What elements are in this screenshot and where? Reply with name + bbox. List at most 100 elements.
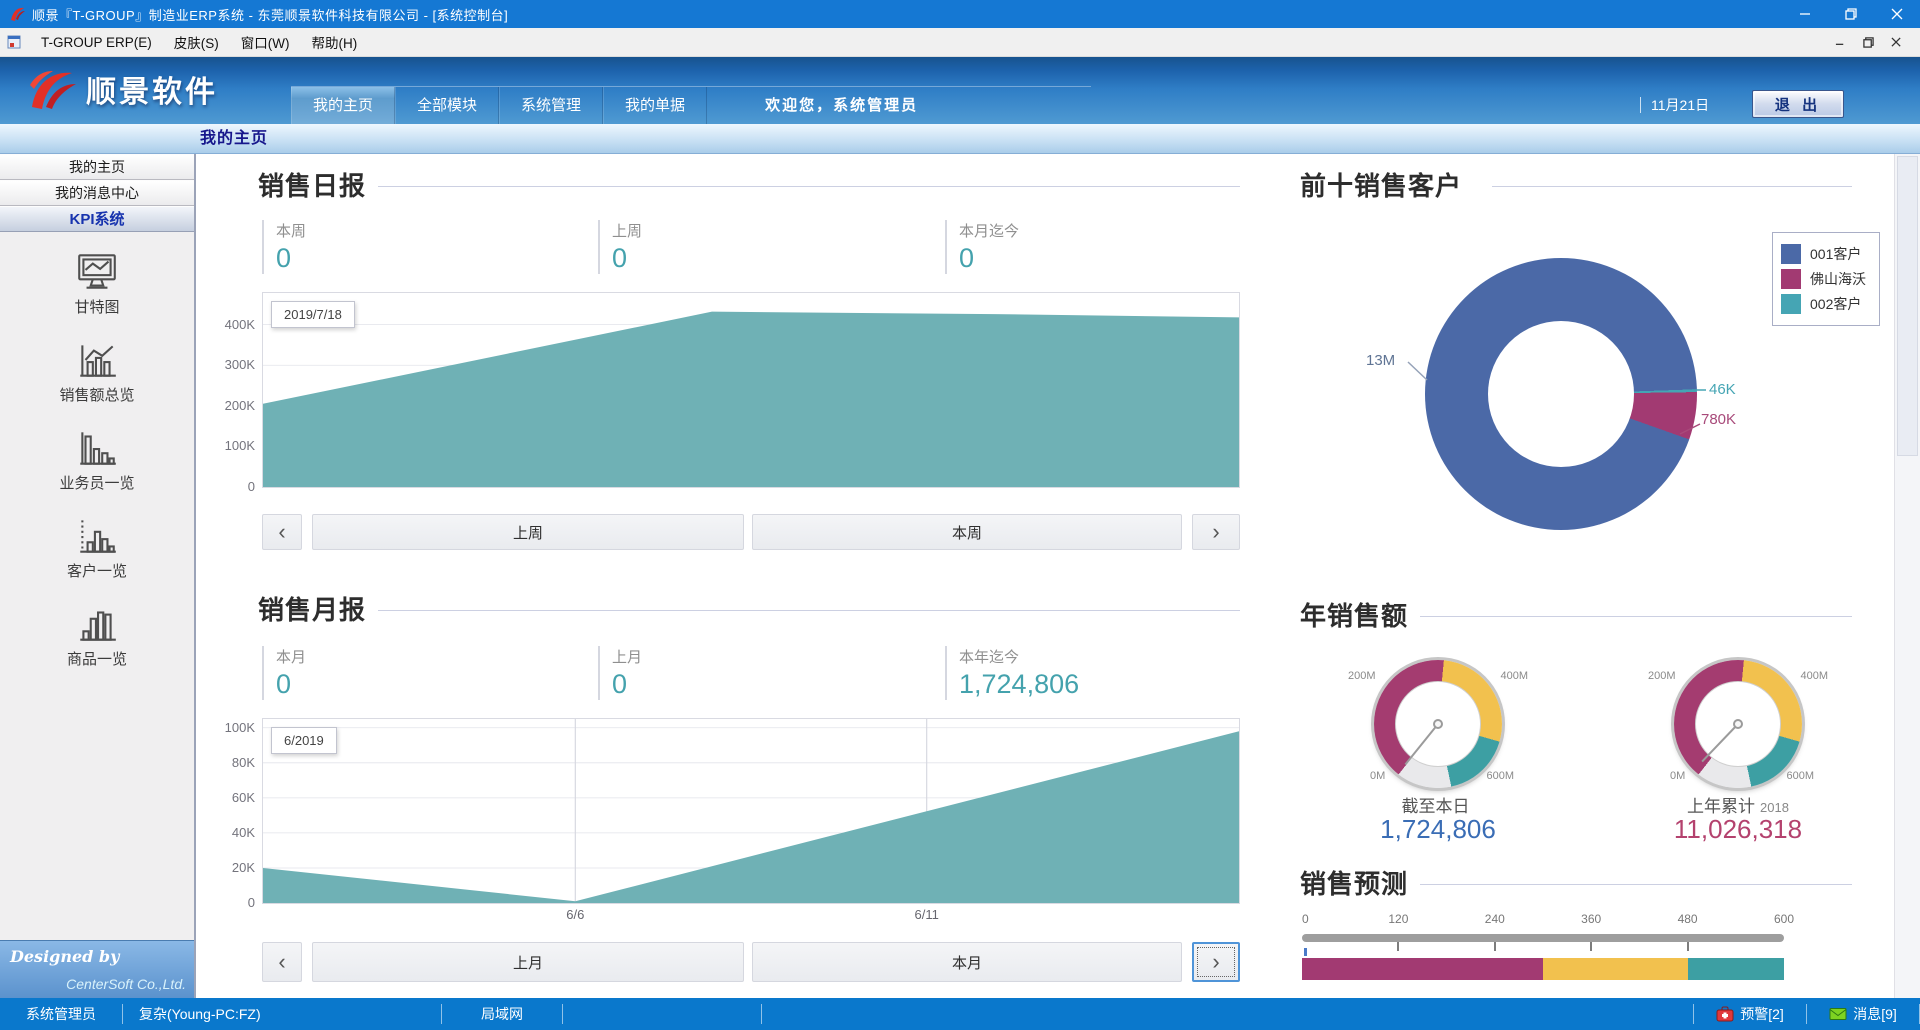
message-envelope-icon: [1829, 1006, 1847, 1022]
date-separator: [1640, 97, 1641, 113]
gauge-pivot-icon: [1433, 719, 1443, 729]
gauge-ring: [1674, 660, 1802, 788]
monthly-next-button[interactable]: ›: [1192, 942, 1240, 982]
monthly-thismonth-button[interactable]: 本月: [752, 942, 1182, 982]
top-customers-donut-chart[interactable]: [1425, 258, 1697, 530]
daily-chart-tooltip: 2019/7/18: [271, 301, 355, 328]
header-tab-row: 我的主页全部模块系统管理我的单据 欢迎您，系统管理员: [291, 86, 1091, 124]
forecast-bar-segment: [1302, 958, 1543, 980]
sidebar-item-salesman-overview[interactable]: 业务员一览: [0, 424, 194, 512]
daily-next-button[interactable]: ›: [1192, 514, 1240, 550]
close-icon[interactable]: [1874, 0, 1920, 28]
menu-bar: T-GROUP ERP(E)皮肤(S)窗口(W)帮助(H): [0, 28, 1920, 57]
forecast-axis-tick: [1590, 942, 1592, 951]
forecast-axis-label: 120: [1388, 912, 1408, 926]
monthly-lastmonth-button[interactable]: 上月: [312, 942, 744, 982]
sidebar-item-customer-overview[interactable]: 客户一览: [0, 512, 194, 600]
mdi-close-icon[interactable]: [1882, 29, 1910, 55]
status-user: 系统管理员: [0, 998, 122, 1030]
vertical-scrollbar[interactable]: [1894, 154, 1920, 998]
daily-lastweek-button[interactable]: 上周: [312, 514, 744, 550]
legend-item[interactable]: 002客户: [1781, 293, 1871, 315]
menu-item[interactable]: 窗口(W): [230, 28, 301, 56]
mdi-restore-icon[interactable]: [1854, 29, 1882, 55]
mdi-minimize-icon[interactable]: [1826, 29, 1854, 55]
salesman-overview-icon: [74, 428, 120, 468]
status-alerts[interactable]: 预警[2]: [1694, 998, 1806, 1030]
header-tab[interactable]: 我的主页: [291, 87, 395, 125]
gauge-year-to-date: 200M 400M 0M 600M 截至本日 1,724,806: [1348, 650, 1528, 846]
top-customers-legend: 001客户 佛山海沃 002客户: [1772, 232, 1880, 326]
monthly-prev-button[interactable]: ‹: [262, 942, 302, 982]
sidebar-item[interactable]: 我的主页: [0, 154, 194, 180]
sidebar-item-label: 甘特图: [0, 296, 194, 317]
gantt-monitor-icon: [74, 252, 120, 292]
brand-swoosh-icon: [26, 65, 78, 113]
forecast-axis: [1302, 934, 1784, 942]
sidebar-item-label: 商品一览: [0, 648, 194, 669]
designed-by-text: Designed by: [10, 947, 119, 966]
menu-item[interactable]: 帮助(H): [301, 28, 369, 56]
scrollbar-thumb[interactable]: [1897, 156, 1918, 456]
tab-my-homepage[interactable]: 我的主页: [200, 124, 268, 154]
forecast-axis-label: 0: [1302, 912, 1309, 926]
status-messages[interactable]: 消息[9]: [1807, 998, 1919, 1030]
menu-item[interactable]: 皮肤(S): [163, 28, 230, 56]
daily-prev-button[interactable]: ‹: [262, 514, 302, 550]
annual-sales-rule: [1420, 616, 1852, 617]
stat-this-month: 本月 0: [262, 646, 492, 700]
sales-overview-icon: [74, 340, 120, 380]
forecast-title: 销售预测: [1300, 864, 1408, 901]
restore-icon[interactable]: [1828, 0, 1874, 28]
gauge-value: 1,724,806: [1348, 814, 1528, 845]
y-axis-tick-label: 60K: [232, 790, 255, 805]
exit-button[interactable]: 退 出: [1752, 90, 1844, 118]
stat-last-week: 上周 0: [598, 220, 828, 274]
donut-hole: [1488, 321, 1634, 467]
brand-name: 顺景软件: [86, 67, 218, 111]
stat-year-to-date: 本年迄今 1,724,806: [945, 646, 1175, 700]
monthly-title-rule: [378, 610, 1240, 611]
daily-chart-y-axis: 0100K200K300K400K: [196, 293, 255, 487]
forecast-axis-tick: [1687, 942, 1689, 951]
legend-swatch: [1781, 294, 1801, 314]
top-customers-title: 前十销售客户: [1300, 166, 1462, 203]
window-titlebar: 顺景『T-GROUP』制造业ERP系统 - 东莞顺景软件科技有限公司 - [系统…: [0, 0, 1920, 28]
monthly-report-title: 销售月报: [258, 590, 366, 627]
header-tab[interactable]: 我的单据: [603, 87, 707, 125]
sidebar-item-sales-overview[interactable]: 销售额总览: [0, 336, 194, 424]
sidebar-item[interactable]: 我的消息中心: [0, 180, 194, 206]
status-empty-cell: [563, 998, 761, 1030]
donut-callout-780k: 780K: [1701, 411, 1736, 428]
alert-medkit-icon: [1716, 1006, 1734, 1022]
gauge-last-year: 200M 400M 0M 600M 上年累计2018 11,026,318: [1648, 650, 1828, 846]
legend-item[interactable]: 001客户: [1781, 243, 1871, 265]
legend-item[interactable]: 佛山海沃: [1781, 268, 1871, 290]
header-tab[interactable]: 全部模块: [395, 87, 499, 125]
header-tab[interactable]: 系统管理: [499, 87, 603, 125]
daily-thisweek-button[interactable]: 本周: [752, 514, 1182, 550]
sidebar-item[interactable]: KPI系统: [0, 206, 194, 232]
daily-sales-area-chart[interactable]: 2019/7/18 0100K200K300K400K: [262, 292, 1240, 488]
y-axis-tick-label: 80K: [232, 755, 255, 770]
top-customers-rule: [1492, 186, 1852, 187]
forecast-axis-label: 240: [1485, 912, 1505, 926]
monthly-sales-area-chart[interactable]: 6/2019 020K40K60K80K100K 6/66/11: [262, 718, 1240, 904]
monthly-chart-tooltip: 6/2019: [271, 727, 337, 754]
y-axis-tick-label: 0: [248, 895, 255, 910]
donut-callout-13m: 13M: [1366, 352, 1395, 369]
window-title: 顺景『T-GROUP』制造业ERP系统 - 东莞顺景软件科技有限公司 - [系统…: [32, 5, 508, 24]
daily-title-rule: [378, 186, 1240, 187]
main-content: 销售日报 本周 0 上周 0 本月迄今 0 2019/7/18 0100K200…: [196, 154, 1894, 998]
y-axis-tick-label: 300K: [225, 357, 255, 372]
legend-swatch: [1781, 244, 1801, 264]
forecast-bar[interactable]: [1302, 958, 1784, 980]
minimize-icon[interactable]: [1782, 0, 1828, 28]
kpi-menu: 甘特图 销售额总览 业务员一览: [0, 248, 194, 688]
sidebar-item-gantt[interactable]: 甘特图: [0, 248, 194, 336]
y-axis-tick-label: 200K: [225, 398, 255, 413]
menu-item[interactable]: T-GROUP ERP(E): [30, 28, 163, 56]
sidebar-item-product-overview[interactable]: 商品一览: [0, 600, 194, 688]
y-axis-tick-label: 400K: [225, 317, 255, 332]
sidebar-footer: Designed by CenterSoft Co.,Ltd.: [0, 940, 194, 998]
